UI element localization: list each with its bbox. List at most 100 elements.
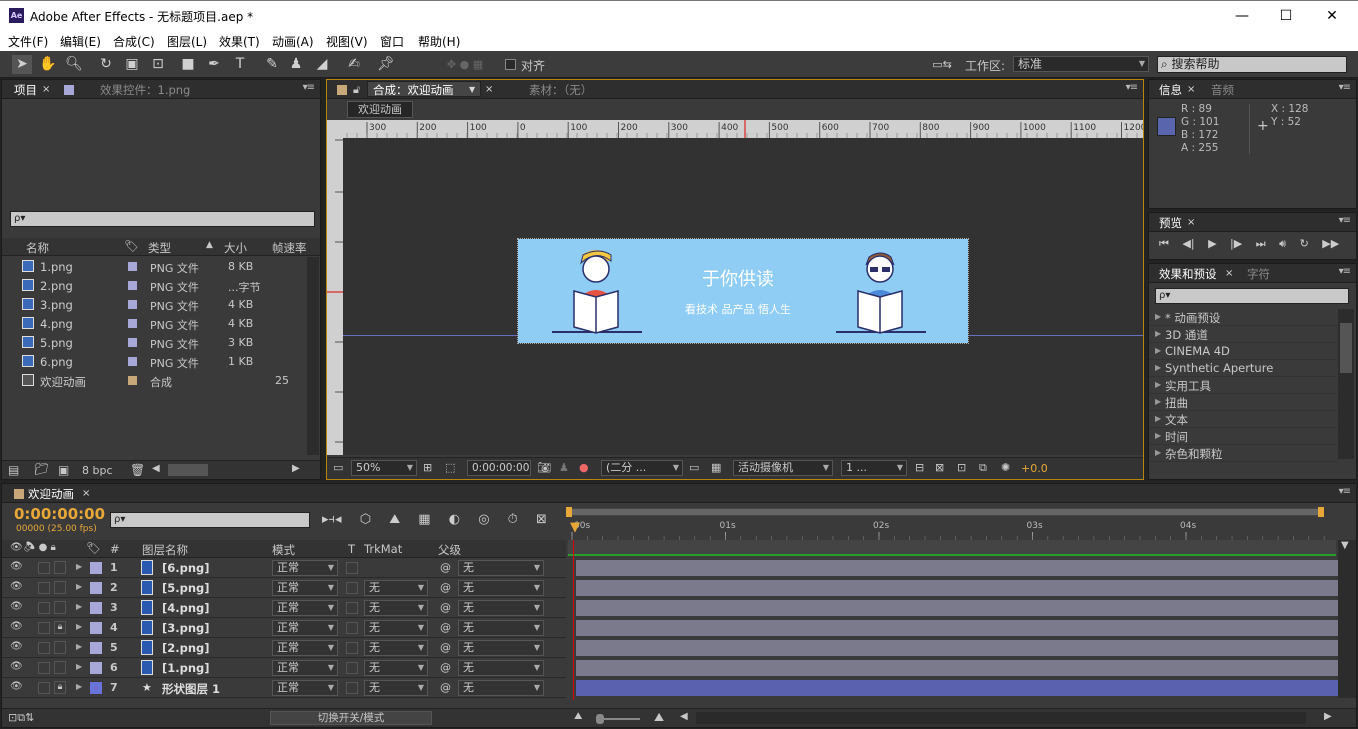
project-item-row[interactable]: 5.png PNG 文件 3 KB <box>2 333 306 352</box>
scroll-left-icon[interactable]: ◀ <box>680 711 688 722</box>
maximize-button[interactable]: ☐ <box>1264 3 1308 29</box>
parent-dropdown[interactable]: 无 ▼ <box>458 640 544 656</box>
lock-toggle[interactable] <box>54 561 66 574</box>
effects-category-item[interactable]: ▶ 文本 <box>1149 411 1337 428</box>
menu-help[interactable]: 帮助(H) <box>418 33 460 50</box>
layer-label-swatch[interactable] <box>90 602 102 614</box>
expand-arrow-icon[interactable]: ▶ <box>1155 431 1161 440</box>
audio-icon[interactable]: 🔊︎ <box>1279 237 1286 250</box>
layer-row[interactable]: 👁︎ ▶ 2 [5.png] 正常 ▼ 无 ▼ @ 无 ▼ <box>2 578 566 598</box>
label-swatch[interactable] <box>128 357 137 366</box>
preserve-transparency-toggle[interactable] <box>346 602 358 614</box>
preserve-transparency-toggle[interactable] <box>346 622 358 634</box>
scroll-right-icon[interactable]: ▶ <box>1324 711 1332 722</box>
tab-timeline[interactable]: 欢迎动画 <box>28 486 74 502</box>
tab-preview[interactable]: 预览 <box>1159 215 1182 231</box>
always-preview-icon[interactable]: ▭ <box>333 461 343 474</box>
mask-visibility-icon[interactable]: ⬚ <box>445 461 455 474</box>
tab-project[interactable]: 项目 <box>14 82 37 98</box>
tab-composition[interactable]: 合成：欢迎动画 <box>373 82 454 98</box>
solo-toggle[interactable] <box>38 622 50 634</box>
loop-icon[interactable]: ↻ <box>1300 237 1309 250</box>
trkmat-dropdown[interactable]: 无 ▼ <box>364 640 428 656</box>
new-folder-icon[interactable]: 📁︎ <box>34 462 49 476</box>
timeline-icon[interactable]: ⊡ <box>957 461 966 474</box>
expand-arrow-icon[interactable]: ▶ <box>1155 397 1161 406</box>
solo-toggle[interactable] <box>38 582 50 594</box>
effects-category-item[interactable]: ▶ 杂色和颗粒 <box>1149 445 1337 462</box>
prev-frame-icon[interactable]: ◀| <box>1182 237 1194 250</box>
rectangle-tool-icon[interactable]: ■ <box>178 55 198 74</box>
frame-blending-icon[interactable]: ▦ <box>418 512 430 527</box>
selection-tool-icon[interactable]: ➤ <box>12 55 32 74</box>
scroll-up-icon[interactable]: ▼ <box>1341 540 1349 551</box>
camera-tool-icon[interactable]: ▣ <box>122 55 142 74</box>
text-tool-icon[interactable]: T <box>230 55 250 74</box>
expand-arrow-icon[interactable]: ▶ <box>76 602 82 611</box>
layer-duration-bar[interactable] <box>576 680 1338 696</box>
project-scrollbar[interactable] <box>307 257 319 455</box>
expand-arrow-icon[interactable]: ▶ <box>1155 448 1161 457</box>
puppet-pin-tool-icon[interactable]: 📌︎ <box>376 55 396 74</box>
project-item-row[interactable]: 欢迎动画 合成 25 <box>2 371 306 390</box>
align-checkbox[interactable] <box>505 59 516 70</box>
zoom-dropdown[interactable]: 50% ▼ <box>351 460 417 476</box>
mode-dropdown[interactable]: 正常 ▼ <box>272 680 338 696</box>
tab-info[interactable]: 信息 <box>1159 82 1182 98</box>
brush-tool-icon[interactable]: ✎ <box>262 55 282 74</box>
preserve-transparency-toggle[interactable] <box>346 662 358 674</box>
tab-close-icon[interactable]: × <box>1187 215 1195 231</box>
draft-3d-icon[interactable]: ⬡ <box>360 512 371 527</box>
label-swatch[interactable] <box>128 281 137 290</box>
camera-dropdown[interactable]: 活动摄像机 ▼ <box>733 460 833 476</box>
pickwhip-icon[interactable]: @ <box>440 581 451 594</box>
effects-category-item[interactable]: ▶ Synthetic Aperture <box>1149 360 1337 377</box>
tab-close-icon[interactable]: × <box>42 82 50 98</box>
layer-row[interactable]: 👁︎ ▶ 1 [6.png] 正常 ▼ @ 无 ▼ <box>2 558 566 578</box>
parent-dropdown[interactable]: 无 ▼ <box>458 600 544 616</box>
timer-icon[interactable]: ⏱ <box>508 512 518 527</box>
lock-toggle[interactable] <box>54 641 66 654</box>
tab-close-icon[interactable]: × <box>1187 82 1195 98</box>
hand-tool-icon[interactable]: ✋ <box>38 55 58 74</box>
label-swatch[interactable] <box>128 300 137 309</box>
menu-layer[interactable]: 图层(L) <box>167 33 207 50</box>
expand-arrow-icon[interactable]: ▶ <box>76 562 82 571</box>
panel-menu-icon[interactable]: ▾≡ <box>1126 82 1138 93</box>
menu-window[interactable]: 窗口 <box>380 33 404 50</box>
eye-icon[interactable]: 👁︎ <box>10 561 23 572</box>
eye-icon[interactable]: 👁︎ <box>10 581 23 592</box>
layer-label-swatch[interactable] <box>90 622 102 634</box>
layer-name[interactable]: [1.png] <box>162 661 210 675</box>
timeline-search-input[interactable]: ρ▾ <box>110 512 310 528</box>
layer-duration-bar[interactable] <box>576 640 1338 656</box>
layer-name[interactable]: [3.png] <box>162 621 210 635</box>
mode-dropdown[interactable]: 正常 ▼ <box>272 640 338 656</box>
expand-arrow-icon[interactable]: ▶ <box>76 622 82 631</box>
parent-dropdown[interactable]: 无 ▼ <box>458 660 544 676</box>
layer-label-swatch[interactable] <box>90 662 102 674</box>
tab-effect-controls[interactable]: 效果控件：1.png <box>100 82 190 98</box>
col-type[interactable]: 类型 <box>148 240 171 256</box>
parent-dropdown[interactable]: 无 ▼ <box>458 560 544 576</box>
panel-menu-icon[interactable]: ▾≡ <box>1339 215 1351 226</box>
toggle-pixel-aspect-icon[interactable]: ⊟ <box>915 461 924 474</box>
eraser-tool-icon[interactable]: ◢ <box>312 55 332 74</box>
col-fps[interactable]: 帧速率 <box>272 240 307 256</box>
channel-icon[interactable]: ● <box>579 461 589 474</box>
comp-viewer[interactable]: 300 200 100 0 100 200 300 400 500 600 700 800 900 100… <box>327 120 1143 455</box>
time-ruler[interactable]: 00s 01s 02s 03s 04s <box>566 518 1336 540</box>
lock-toggle[interactable]: 🔒︎ <box>54 681 66 694</box>
expand-arrow-icon[interactable]: ▶ <box>1155 346 1161 355</box>
snapshot-camera-icon[interactable]: 📷︎ <box>537 461 551 474</box>
expand-arrow-icon[interactable]: ▶ <box>1155 414 1161 423</box>
preserve-transparency-toggle[interactable] <box>346 642 358 654</box>
views-dropdown[interactable]: 1 ... ▼ <box>841 460 907 476</box>
trkmat-dropdown[interactable]: 无 ▼ <box>364 660 428 676</box>
tab-audio[interactable]: 音频 <box>1211 82 1234 98</box>
tab-close-icon[interactable]: × <box>1225 266 1233 282</box>
col-parent[interactable]: 父级 <box>438 542 461 558</box>
solo-toggle[interactable] <box>38 682 50 694</box>
playhead-icon[interactable]: ▼ <box>570 520 580 535</box>
layer-duration-bar[interactable] <box>576 660 1338 676</box>
